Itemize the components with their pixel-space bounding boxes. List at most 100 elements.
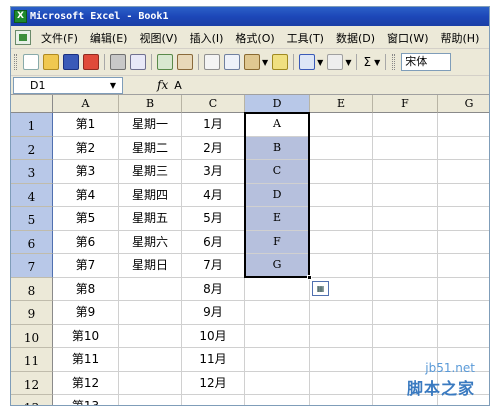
paste-dropdown-icon[interactable]: ▼ [262,58,268,67]
format-painter-icon[interactable] [272,54,289,70]
cell-b7[interactable]: 星期日 [119,254,182,278]
select-all-corner[interactable] [11,95,53,113]
menu-window[interactable]: 窗口(W) [381,30,434,46]
column-header-c[interactable]: C [182,95,245,113]
cell-e2[interactable] [310,136,373,160]
cell-e9[interactable] [310,301,373,325]
column-header-b[interactable]: B [119,95,182,113]
cut-icon[interactable] [204,54,220,70]
menu-data[interactable]: 数据(D) [330,30,381,46]
cell-f8[interactable] [373,277,438,301]
open-icon[interactable] [43,54,59,70]
cell-g2[interactable] [438,137,489,160]
autofill-options-icon[interactable]: ▦ [312,280,329,296]
cell-a5[interactable]: 第5 [53,207,119,231]
row-header-5[interactable]: 5 [11,207,53,231]
cell-b6[interactable]: 星期六 [119,230,182,254]
cell-a3[interactable]: 第3 [53,160,119,184]
column-header-e[interactable]: E [310,95,373,113]
print-icon[interactable] [110,54,126,70]
row-header-7[interactable]: 7 [11,254,53,278]
fx-icon[interactable]: fx [157,78,168,92]
cell-g5[interactable] [438,207,489,231]
cell-a6[interactable]: 第6 [53,230,119,254]
cell-e7[interactable] [310,254,373,278]
formula-input[interactable]: A [174,79,182,92]
cell-g4[interactable] [438,184,489,207]
row-header-4[interactable]: 4 [11,183,53,207]
cell-e13[interactable] [310,395,373,405]
formatting-toolbar-grip[interactable] [392,54,396,70]
cell-c8[interactable]: 8月 [182,277,245,301]
copy-icon[interactable] [224,54,240,70]
cell-a13[interactable]: 第13 [53,395,119,405]
cell-c2[interactable]: 2月 [182,136,245,160]
undo-icon[interactable] [299,54,316,70]
cell-g9[interactable] [438,301,489,325]
cell-a10[interactable]: 第10 [53,324,119,348]
fill-handle[interactable] [307,274,312,280]
cell-e11[interactable] [310,348,373,372]
cell-c12[interactable]: 12月 [182,371,245,395]
cell-f6[interactable] [373,230,438,254]
menu-format[interactable]: 格式(O) [229,30,280,46]
row-header-9[interactable]: 9 [11,301,53,325]
font-name-select[interactable]: 宋体 [401,53,452,71]
cell-d13[interactable] [245,395,310,405]
cell-b8[interactable] [119,277,182,301]
cell-a7[interactable]: 第7 [53,254,119,278]
cell-a4[interactable]: 第4 [53,183,119,207]
cell-g3[interactable] [438,160,489,184]
cell-a8[interactable]: 第8 [53,277,119,301]
cell-e5[interactable] [310,207,373,231]
cell-c9[interactable]: 9月 [182,301,245,325]
autosum-icon[interactable]: Σ [363,55,371,69]
cell-b1[interactable]: 星期一 [119,113,182,137]
cell-d9[interactable] [245,301,310,325]
chevron-down-icon[interactable]: ▼ [110,78,116,93]
row-header-2[interactable]: 2 [11,136,53,160]
print-preview-icon[interactable] [130,54,146,70]
cell-b11[interactable] [119,348,182,372]
cell-g8[interactable] [438,278,489,301]
row-header-3[interactable]: 3 [11,160,53,184]
cell-f3[interactable] [373,160,438,184]
cell-c5[interactable]: 5月 [182,207,245,231]
menu-tools[interactable]: 工具(T) [281,30,330,46]
cell-c7[interactable]: 7月 [182,254,245,278]
permission-icon[interactable] [83,54,99,70]
cell-b2[interactable]: 星期二 [119,136,182,160]
cell-a1[interactable]: 第1 [53,113,119,137]
menu-help[interactable]: 帮助(H) [435,30,486,46]
toolbar-grip[interactable] [14,54,17,70]
menu-view[interactable]: 视图(V) [133,30,183,46]
cell-b10[interactable] [119,324,182,348]
cell-b9[interactable] [119,301,182,325]
cell-c10[interactable]: 10月 [182,324,245,348]
paste-icon[interactable] [244,54,260,70]
menu-file[interactable]: 文件(F) [35,30,84,46]
cell-d3[interactable]: C [245,160,310,184]
cell-g1[interactable] [438,113,489,137]
cell-c3[interactable]: 3月 [182,160,245,184]
row-header-13[interactable]: 13 [11,395,53,405]
cell-e12[interactable] [310,371,373,395]
column-header-g[interactable]: G [438,95,489,113]
row-header-12[interactable]: 12 [11,371,53,395]
cell-e10[interactable] [310,324,373,348]
undo-dropdown-icon[interactable]: ▼ [317,58,323,67]
cell-f10[interactable] [373,324,438,348]
excel-app-icon[interactable]: X [14,10,27,23]
save-icon[interactable] [63,54,79,70]
cell-d1[interactable]: A [245,113,310,137]
cell-b13[interactable] [119,395,182,405]
row-header-10[interactable]: 10 [11,324,53,348]
cell-d5[interactable]: E [245,207,310,231]
research-icon[interactable] [177,54,193,70]
column-header-a[interactable]: A [53,95,119,113]
cell-a11[interactable]: 第11 [53,348,119,372]
cell-c6[interactable]: 6月 [182,230,245,254]
row-header-11[interactable]: 11 [11,348,53,372]
redo-icon[interactable] [327,54,344,70]
cell-g6[interactable] [438,231,489,254]
